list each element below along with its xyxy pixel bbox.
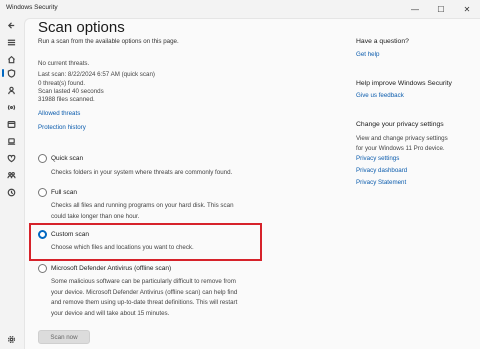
maximize-icon: ☐ [437,4,445,14]
offline-scan-label[interactable]: Microsoft Defender Antivirus (offline sc… [51,265,171,272]
privacy-heading: Change your privacy settings [356,121,444,128]
privacy-text-line: View and change privacy settings [356,135,448,142]
quick-scan-radio[interactable] [38,154,47,163]
full-scan-desc-line: could take longer than one hour. [51,212,140,220]
offline-scan-desc-line: Some malicious software can be particula… [51,278,236,285]
custom-scan-label[interactable]: Custom scan [51,231,89,238]
allowed-threats-link[interactable]: Allowed threats [38,110,80,117]
files-scanned: 31988 files scanned. [38,96,95,103]
quick-scan-desc-line: Checks folders in your system where thre… [51,169,233,176]
close-button[interactable]: ✕ [454,0,480,18]
minimize-icon: — [411,4,419,14]
laptop-icon[interactable] [3,134,19,148]
title-bar: Windows Security — ☐ ✕ [0,0,480,18]
last-scan: Last scan: 8/22/2024 6:57 AM (quick scan… [38,71,155,78]
shield-icon[interactable] [3,66,19,80]
improve-heading: Help improve Windows Security [356,80,452,87]
get-help-link[interactable]: Get help [356,51,379,58]
threats-found: 0 threat(s) found. [38,80,86,87]
offline-scan-desc-line: your device and will take about 15 minut… [51,309,170,317]
help-heading: Have a question? [356,38,409,45]
offline-scan-desc: Some malicious software can be particula… [51,277,291,319]
feedback-link[interactable]: Give us feedback [356,92,404,99]
person-icon[interactable] [3,83,19,97]
full-scan-desc: Checks all files and running programs on… [51,201,291,222]
wireless-icon[interactable] [3,100,19,114]
full-scan-radio[interactable] [38,188,47,197]
maximize-button[interactable]: ☐ [428,0,454,18]
scan-now-button[interactable]: Scan now [38,330,90,344]
nav-rail [0,18,22,349]
offline-scan-desc-line: and remove them using up-to-date threat … [51,299,238,306]
history-icon[interactable] [3,185,19,199]
minimize-button[interactable]: — [402,0,428,18]
family-icon[interactable] [3,168,19,182]
heart-icon[interactable] [3,151,19,165]
quick-scan-desc: Checks folders in your system where thre… [51,168,291,179]
custom-scan-highlight [29,223,262,261]
custom-scan-radio[interactable] [38,230,47,239]
threat-status: No current threats. [38,60,90,67]
quick-scan-label[interactable]: Quick scan [51,155,83,162]
full-scan-label[interactable]: Full scan [51,189,77,196]
offline-scan-desc-line: your device. Microsoft Defender Antiviru… [51,288,238,296]
privacy-settings-link[interactable]: Privacy settings [356,155,399,162]
custom-scan-desc-line: Choose which files and locations you wan… [51,244,194,251]
protection-history-link[interactable]: Protection history [38,124,86,131]
custom-scan-desc: Choose which files and locations you wan… [51,243,291,254]
window-title: Windows Security [6,4,58,11]
offline-scan-radio[interactable] [38,264,47,273]
home-icon[interactable] [3,52,19,66]
page-subtitle: Run a scan from the available options on… [38,38,179,45]
privacy-text-line: for your Windows 11 Pro device. [356,144,445,152]
privacy-dashboard-link[interactable]: Privacy dashboard [356,167,407,174]
privacy-statement-link[interactable]: Privacy Statement [356,179,406,186]
page-title: Scan options [38,19,125,36]
gear-icon[interactable] [3,332,19,346]
scan-duration: Scan lasted 40 seconds [38,88,104,95]
browser-icon[interactable] [3,117,19,131]
back-arrow-icon[interactable] [3,18,19,32]
full-scan-desc-line: Checks all files and running programs on… [51,202,234,209]
privacy-text: View and change privacy settings for you… [356,134,480,153]
menu-icon[interactable] [3,35,19,49]
close-icon: ✕ [463,4,471,14]
